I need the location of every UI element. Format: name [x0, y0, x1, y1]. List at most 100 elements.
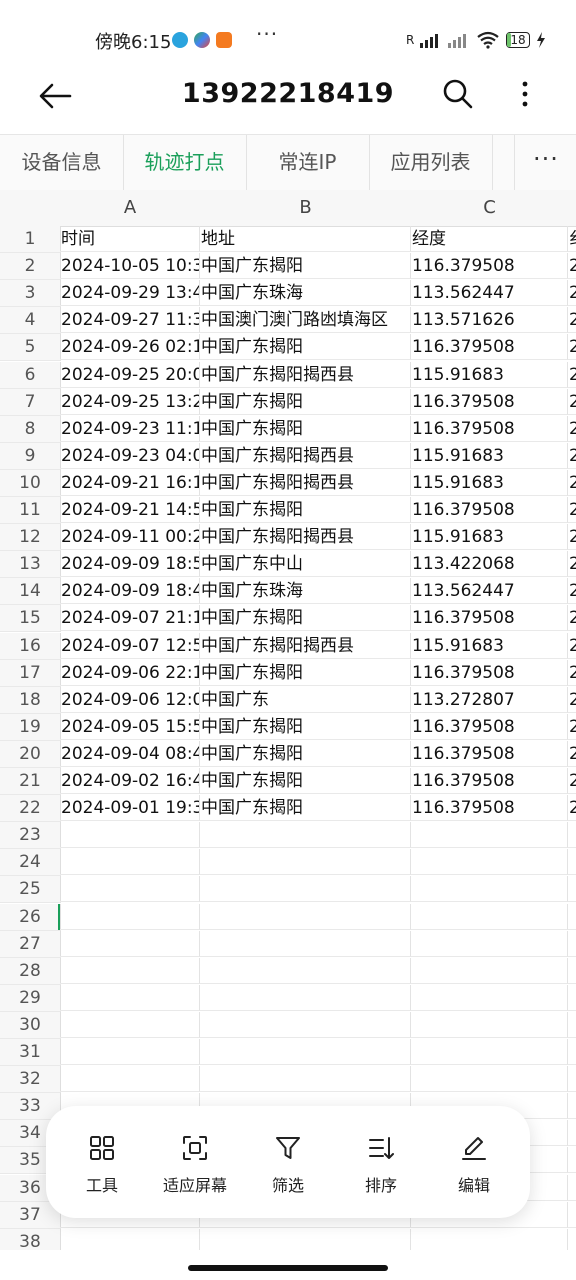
- row-number[interactable]: 12: [0, 524, 61, 552]
- cut-off-cell[interactable]: 2: [568, 714, 576, 740]
- cut-off-cell[interactable]: 2: [568, 253, 576, 280]
- cut-off-cell[interactable]: 2: [568, 416, 576, 442]
- address-cell[interactable]: 中国广东揭阳: [200, 768, 411, 794]
- time-cell[interactable]: [60, 1011, 200, 1038]
- longitude-cell[interactable]: 116.379508: [411, 795, 568, 822]
- sort-button[interactable]: 排序: [333, 1106, 429, 1218]
- longitude-cell[interactable]: 116.379508: [411, 334, 568, 361]
- row-number[interactable]: 11: [0, 497, 61, 524]
- row-number[interactable]: 1: [0, 226, 61, 253]
- address-cell[interactable]: [200, 876, 411, 903]
- longitude-cell[interactable]: 113.272807: [411, 686, 568, 713]
- row-number[interactable]: 5: [0, 334, 61, 362]
- longitude-cell[interactable]: [411, 903, 568, 930]
- address-cell[interactable]: 中国广东揭阳: [200, 253, 411, 280]
- address-cell[interactable]: 中国广东揭阳: [200, 659, 411, 686]
- row-number[interactable]: 31: [0, 1039, 61, 1066]
- cut-off-cell[interactable]: [568, 1202, 576, 1228]
- address-cell[interactable]: 地址: [200, 226, 411, 252]
- address-cell[interactable]: 中国广东揭阳: [200, 740, 411, 767]
- time-cell[interactable]: [60, 957, 200, 984]
- overflow-menu-button[interactable]: [510, 76, 540, 112]
- longitude-cell[interactable]: 113.571626: [411, 307, 568, 334]
- cut-off-cell[interactable]: 2: [568, 280, 576, 307]
- time-cell[interactable]: 2024-09-07 21:1: [60, 605, 200, 632]
- cut-off-cell[interactable]: 2: [568, 334, 576, 361]
- address-cell[interactable]: 中国澳门澳门路凼填海区: [200, 307, 411, 334]
- cut-off-cell[interactable]: [568, 1147, 576, 1174]
- column-header-d[interactable]: [568, 190, 576, 227]
- row-number[interactable]: 14: [0, 578, 61, 606]
- time-cell[interactable]: 2024-09-07 12:5: [60, 632, 200, 659]
- cut-off-cell[interactable]: [568, 1012, 576, 1038]
- time-cell[interactable]: [60, 849, 200, 876]
- row-number[interactable]: 30: [0, 1011, 61, 1039]
- longitude-cell[interactable]: [411, 849, 568, 876]
- cut-off-cell[interactable]: 2: [568, 605, 576, 632]
- longitude-cell[interactable]: 115.91683: [411, 632, 568, 659]
- time-cell[interactable]: [60, 876, 200, 903]
- cut-off-cell[interactable]: 2: [568, 578, 576, 605]
- address-cell[interactable]: [200, 1066, 411, 1093]
- row-number[interactable]: 22: [0, 795, 61, 823]
- cut-off-cell[interactable]: 2: [568, 633, 576, 659]
- longitude-cell[interactable]: [411, 930, 568, 957]
- time-cell[interactable]: 时间: [60, 226, 200, 252]
- time-cell[interactable]: 2024-09-04 08:4: [60, 740, 200, 767]
- time-cell[interactable]: 2024-09-06 12:0: [60, 686, 200, 713]
- address-cell[interactable]: [200, 930, 411, 957]
- longitude-cell[interactable]: 116.379508: [411, 740, 568, 767]
- time-cell[interactable]: [60, 903, 200, 930]
- longitude-cell[interactable]: [411, 984, 568, 1011]
- row-number[interactable]: 16: [0, 632, 61, 660]
- longitude-cell[interactable]: 115.91683: [411, 469, 568, 496]
- row-number[interactable]: 3: [0, 280, 61, 308]
- row-number[interactable]: 26: [0, 903, 61, 931]
- address-cell[interactable]: 中国广东揭阳: [200, 605, 411, 632]
- time-cell[interactable]: 2024-09-02 16:4: [60, 768, 200, 794]
- longitude-cell[interactable]: [411, 957, 568, 984]
- cut-off-cell[interactable]: 2: [568, 497, 576, 523]
- select-all-corner[interactable]: [0, 190, 61, 227]
- cut-off-cell[interactable]: 2: [568, 443, 576, 469]
- time-cell[interactable]: 2024-09-09 18:5: [60, 551, 200, 578]
- address-cell[interactable]: 中国广东揭阳: [200, 388, 411, 415]
- address-cell[interactable]: [200, 1011, 411, 1038]
- longitude-cell[interactable]: 113.562447: [411, 578, 568, 605]
- tools-button[interactable]: 工具: [54, 1106, 150, 1218]
- row-number[interactable]: 21: [0, 768, 61, 795]
- cut-off-cell[interactable]: [568, 849, 576, 876]
- cut-off-cell[interactable]: [568, 1039, 576, 1065]
- address-cell[interactable]: 中国广东揭阳揭西县: [200, 524, 411, 551]
- row-number[interactable]: 25: [0, 876, 61, 904]
- longitude-cell[interactable]: [411, 1066, 568, 1093]
- time-cell[interactable]: 2024-09-25 13:2: [60, 388, 200, 415]
- address-cell[interactable]: 中国广东揭阳: [200, 334, 411, 361]
- time-cell[interactable]: 2024-09-29 13:4: [60, 280, 200, 307]
- column-header-c[interactable]: C: [411, 190, 569, 227]
- row-number[interactable]: 8: [0, 415, 61, 443]
- more-tabs-button[interactable]: ···: [514, 135, 576, 191]
- cut-off-cell[interactable]: [568, 1066, 576, 1093]
- spreadsheet-grid[interactable]: A B C 1时间地址经度纟22024-10-05 10:3中国广东揭阳116.…: [0, 190, 576, 1250]
- row-number[interactable]: 10: [0, 469, 61, 497]
- column-header-b[interactable]: B: [200, 190, 412, 227]
- longitude-cell[interactable]: 116.379508: [411, 768, 568, 794]
- cut-off-cell[interactable]: 2: [568, 362, 576, 388]
- longitude-cell[interactable]: [411, 1228, 568, 1250]
- longitude-cell[interactable]: [411, 1011, 568, 1038]
- row-number[interactable]: 9: [0, 442, 61, 470]
- address-cell[interactable]: 中国广东珠海: [200, 578, 411, 605]
- address-cell[interactable]: [200, 903, 411, 930]
- time-cell[interactable]: 2024-09-25 20:0: [60, 361, 200, 388]
- cut-off-cell[interactable]: 2: [568, 687, 576, 713]
- address-cell[interactable]: 中国广东揭阳揭西县: [200, 469, 411, 496]
- cut-off-cell[interactable]: [568, 958, 576, 984]
- cut-off-cell[interactable]: 2: [568, 660, 576, 686]
- longitude-cell[interactable]: 116.379508: [411, 605, 568, 632]
- longitude-cell[interactable]: 116.379508: [411, 497, 568, 523]
- row-number[interactable]: 2: [0, 253, 61, 281]
- address-cell[interactable]: 中国广东揭阳揭西县: [200, 442, 411, 469]
- address-cell[interactable]: [200, 984, 411, 1011]
- row-number[interactable]: 6: [0, 361, 61, 389]
